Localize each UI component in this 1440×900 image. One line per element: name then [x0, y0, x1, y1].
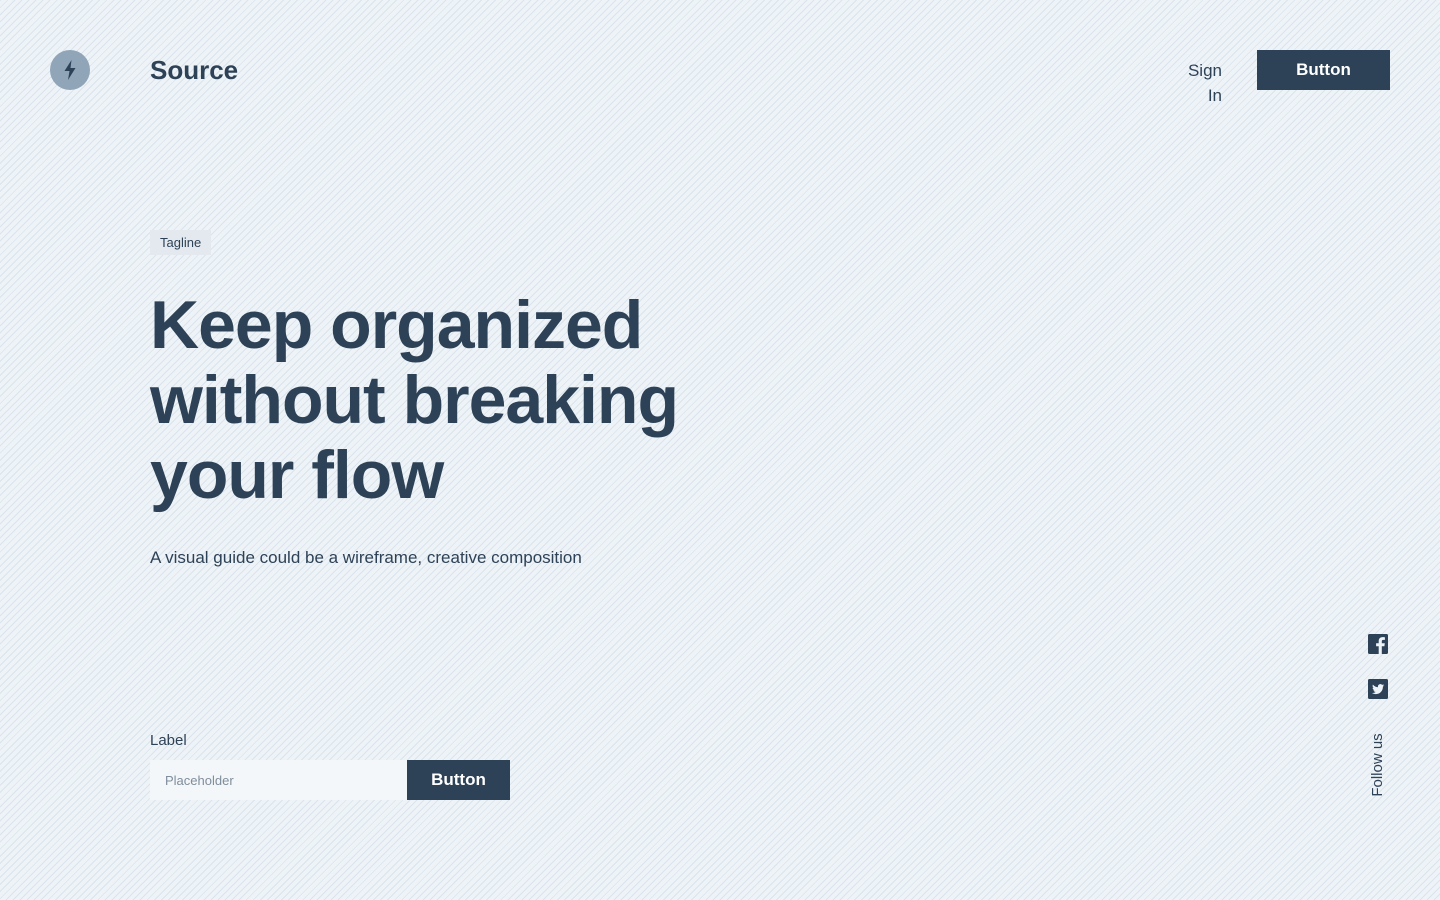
text-input[interactable]	[150, 760, 407, 800]
header-button[interactable]: Button	[1257, 50, 1390, 90]
follow-us-label: Follow us	[1369, 733, 1386, 797]
hero-subheading: A visual guide could be a wireframe, cre…	[150, 548, 582, 567]
twitter-icon[interactable]	[1368, 679, 1388, 699]
lightning-bolt-icon	[64, 60, 76, 80]
facebook-icon[interactable]	[1368, 634, 1388, 654]
brand-name: Source	[150, 55, 239, 85]
sign-in-link[interactable]: Sign In	[1180, 58, 1222, 108]
tagline-badge: Tagline	[150, 230, 212, 255]
logo[interactable]	[50, 50, 90, 90]
input-label: Label	[150, 732, 187, 749]
hero-headline: Keep organized without breaking your flo…	[150, 287, 679, 513]
submit-button[interactable]: Button	[407, 760, 510, 800]
